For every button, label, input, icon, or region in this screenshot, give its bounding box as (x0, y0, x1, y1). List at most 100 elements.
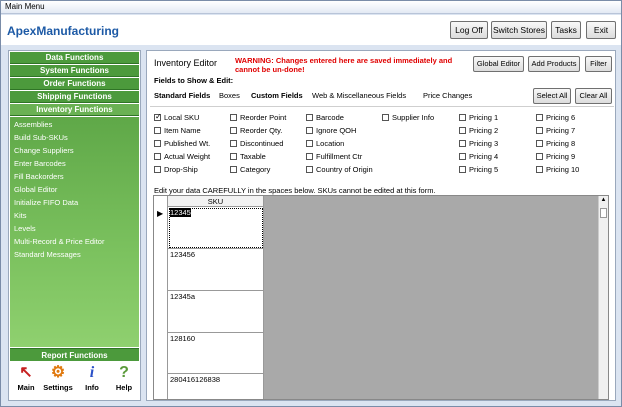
checkbox-box[interactable] (230, 127, 237, 134)
checkbox-location[interactable]: Location (306, 139, 344, 148)
checkbox-taxable[interactable]: Taxable (230, 152, 266, 161)
checkbox-country-of-origin[interactable]: Country of Origin (306, 165, 373, 174)
checkbox-actual-weight[interactable]: Actual Weight (154, 152, 210, 161)
checkbox-pricing-4[interactable]: Pricing 4 (459, 152, 498, 161)
nav-report-functions[interactable]: Report Functions (10, 348, 139, 361)
sku-cell[interactable]: 12345 (168, 207, 264, 249)
nav-data-functions[interactable]: Data Functions (10, 52, 139, 64)
checkbox-box[interactable] (536, 127, 543, 134)
checkbox-pricing-7[interactable]: Pricing 7 (536, 126, 575, 135)
checkbox-box[interactable] (154, 153, 161, 160)
checkbox-box[interactable] (459, 166, 466, 173)
checkbox-box[interactable] (230, 153, 237, 160)
sku-cell[interactable]: 123456 (168, 249, 264, 291)
checkbox-pricing-1[interactable]: Pricing 1 (459, 113, 498, 122)
main-shortcut[interactable]: ↖ Main (10, 363, 42, 392)
checkbox-drop-ship[interactable]: Drop-Ship (154, 165, 198, 174)
checkbox-box[interactable] (382, 114, 389, 121)
checkbox-ignore-qoh[interactable]: Ignore QOH (306, 126, 356, 135)
grid-scrollbar[interactable]: ▲ (598, 196, 608, 399)
checkbox-barcode[interactable]: Barcode (306, 113, 344, 122)
sidebar-item-standard-messages[interactable]: Standard Messages (14, 250, 81, 259)
scroll-thumb[interactable] (600, 208, 607, 218)
sidebar-item-change-suppliers[interactable]: Change Suppliers (14, 146, 74, 155)
checkbox-pricing-2[interactable]: Pricing 2 (459, 126, 498, 135)
checkbox-box[interactable] (306, 114, 313, 121)
checkbox-pricing-10[interactable]: Pricing 10 (536, 165, 579, 174)
checkbox-box[interactable] (154, 127, 161, 134)
sidebar-item-enter-barcodes[interactable]: Enter Barcodes (14, 159, 66, 168)
checkbox-reorder-point[interactable]: Reorder Point (230, 113, 286, 122)
checkbox-pricing-3[interactable]: Pricing 3 (459, 139, 498, 148)
tab-custom-fields[interactable]: Custom Fields (251, 91, 303, 100)
scroll-up-icon[interactable]: ▲ (600, 197, 607, 205)
checkbox-pricing-6[interactable]: Pricing 6 (536, 113, 575, 122)
checkbox-box[interactable] (459, 140, 466, 147)
sidebar-item-multi-record-editor[interactable]: Multi-Record & Price Editor (14, 237, 104, 246)
help-shortcut[interactable]: ? Help (108, 363, 140, 392)
sidebar-item-fill-backorders[interactable]: Fill Backorders (14, 172, 64, 181)
tab-price-changes[interactable]: Price Changes (423, 91, 472, 100)
checkbox-box[interactable] (536, 140, 543, 147)
checkbox-pricing-9[interactable]: Pricing 9 (536, 152, 575, 161)
checkbox-item-name[interactable]: Item Name (154, 126, 201, 135)
settings-shortcut[interactable]: ⚙ Settings (42, 363, 74, 392)
sidebar-item-assemblies[interactable]: Assemblies (14, 120, 52, 129)
tasks-button[interactable]: Tasks (551, 21, 581, 39)
sku-cell[interactable]: 128160 (168, 333, 264, 374)
inventory-editor-panel: Inventory Editor WARNING: Changes entere… (146, 50, 616, 401)
tab-web-misc-fields[interactable]: Web & Miscellaneous Fields (312, 91, 406, 100)
exit-button[interactable]: Exit (586, 21, 616, 39)
checkbox-label: Pricing 10 (546, 165, 580, 174)
checkbox-label: Pricing 5 (469, 165, 499, 174)
checkbox-category[interactable]: Category (230, 165, 270, 174)
checkbox-box[interactable] (536, 114, 543, 121)
checkbox-box[interactable] (154, 140, 161, 147)
checkbox-pricing-5[interactable]: Pricing 5 (459, 165, 498, 174)
checkbox-local-sku[interactable]: Local SKU (154, 112, 199, 122)
checkbox-fulfillment-ctr[interactable]: Fulfillment Ctr (306, 152, 362, 161)
sku-cell[interactable]: 12345a (168, 291, 264, 333)
checkbox-pricing-8[interactable]: Pricing 8 (536, 139, 575, 148)
tab-boxes[interactable]: Boxes (219, 91, 240, 100)
checkbox-box[interactable] (154, 112, 162, 122)
nav-system-functions[interactable]: System Functions (10, 65, 139, 77)
switch-stores-button[interactable]: Switch Stores (491, 21, 547, 39)
checkbox-reorder-qty[interactable]: Reorder Qty. (230, 126, 282, 135)
checkbox-box[interactable] (306, 140, 313, 147)
tab-standard-fields[interactable]: Standard Fields (154, 91, 210, 100)
global-editor-button[interactable]: Global Editor (473, 56, 524, 72)
checkbox-box[interactable] (154, 166, 161, 173)
checkbox-box[interactable] (536, 166, 543, 173)
checkbox-published-wt[interactable]: Published Wt. (154, 139, 210, 148)
checkbox-box[interactable] (230, 166, 237, 173)
checkbox-box[interactable] (306, 153, 313, 160)
nav-inventory-functions[interactable]: Inventory Functions (10, 104, 139, 116)
nav-order-functions[interactable]: Order Functions (10, 78, 139, 90)
add-products-button[interactable]: Add Products (528, 56, 580, 72)
checkbox-box[interactable] (536, 153, 543, 160)
log-off-button[interactable]: Log Off (450, 21, 488, 39)
checkbox-label: Pricing 4 (469, 152, 499, 161)
sku-cell[interactable]: 280416126838 (168, 374, 264, 399)
checkbox-box[interactable] (459, 153, 466, 160)
clear-all-button[interactable]: Clear All (575, 88, 612, 104)
checkbox-label: Taxable (240, 152, 266, 161)
select-all-button[interactable]: Select All (533, 88, 571, 104)
checkbox-box[interactable] (459, 127, 466, 134)
checkbox-box[interactable] (306, 127, 313, 134)
sidebar-item-global-editor[interactable]: Global Editor (14, 185, 57, 194)
checkbox-box[interactable] (306, 166, 313, 173)
checkbox-box[interactable] (230, 140, 237, 147)
sidebar-item-levels[interactable]: Levels (14, 224, 36, 233)
info-shortcut[interactable]: i Info (76, 363, 108, 392)
sidebar-item-initialize-fifo[interactable]: Initialize FIFO Data (14, 198, 78, 207)
sidebar-item-build-sub-skus[interactable]: Build Sub-SKUs (14, 133, 68, 142)
checkbox-box[interactable] (459, 114, 466, 121)
checkbox-discontinued[interactable]: Discontinued (230, 139, 283, 148)
filter-button[interactable]: Filter (585, 56, 612, 72)
checkbox-box[interactable] (230, 114, 237, 121)
checkbox-supplier-info[interactable]: Supplier Info (382, 113, 434, 122)
nav-shipping-functions[interactable]: Shipping Functions (10, 91, 139, 103)
sidebar-item-kits[interactable]: Kits (14, 211, 27, 220)
